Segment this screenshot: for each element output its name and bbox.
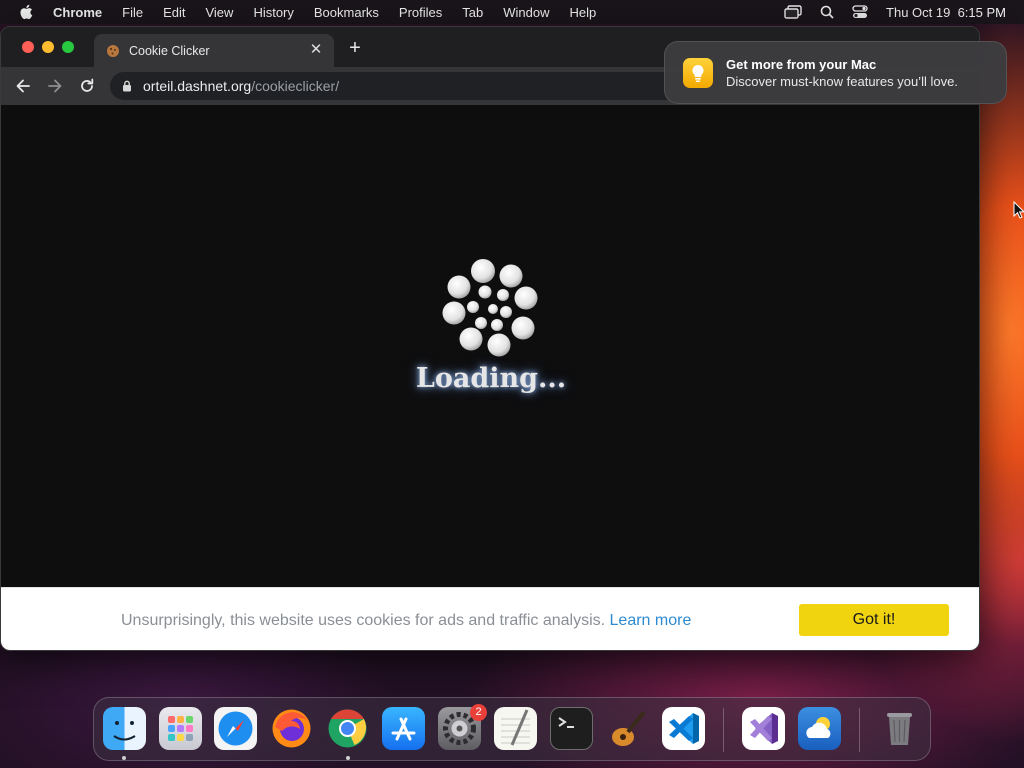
menu-view[interactable]: View	[205, 5, 233, 20]
cookie-consent-banner: Unsurprisingly, this website uses cookie…	[1, 587, 979, 650]
visual-studio-icon[interactable]	[742, 707, 785, 750]
window-zoom-button[interactable]	[62, 41, 74, 53]
textedit-icon[interactable]	[494, 707, 537, 750]
launchpad-icon[interactable]	[159, 707, 202, 750]
mouse-cursor-icon	[1013, 201, 1024, 219]
lock-icon[interactable]	[122, 80, 132, 92]
menu-history[interactable]: History	[253, 5, 293, 20]
loading-text: Loading...	[415, 363, 567, 394]
menu-app-chrome[interactable]: Chrome	[53, 5, 102, 20]
vscode-icon[interactable]	[662, 707, 705, 750]
cookie-favicon-icon	[107, 44, 119, 57]
finder-running-indicator	[122, 756, 126, 760]
finder-icon[interactable]	[103, 707, 146, 750]
tab-close-icon[interactable]: ✕	[308, 42, 324, 58]
trash-icon[interactable]	[878, 707, 921, 750]
tab-title: Cookie Clicker	[129, 43, 210, 58]
window-close-button[interactable]	[22, 41, 34, 53]
url-path: /cookieclicker/	[251, 78, 340, 94]
dock-separator	[723, 708, 724, 752]
screen-mirroring-icon[interactable]	[784, 5, 802, 19]
menu-help[interactable]: Help	[570, 5, 597, 20]
forward-arrow-icon[interactable]	[46, 77, 64, 95]
menu-tab[interactable]: Tab	[462, 5, 483, 20]
menu-file[interactable]: File	[122, 5, 143, 20]
got-it-button[interactable]: Got it!	[799, 604, 949, 636]
settings-notification-badge: 2	[470, 704, 487, 721]
garageband-icon[interactable]	[606, 707, 649, 750]
menu-bar: Chrome File Edit View History Bookmarks …	[0, 0, 1024, 24]
safari-icon[interactable]	[214, 707, 257, 750]
chrome-running-indicator	[346, 756, 350, 760]
reload-icon[interactable]	[78, 77, 96, 95]
tips-lightbulb-icon	[683, 58, 713, 88]
apple-menu-icon[interactable]	[19, 4, 33, 20]
dock-separator-trash	[859, 708, 860, 752]
window-minimize-button[interactable]	[42, 41, 54, 53]
notification-banner[interactable]: Get more from your Mac Discover must-kno…	[664, 41, 1007, 104]
page-viewport: Loading...	[1, 105, 979, 587]
cookie-message: Unsurprisingly, this website uses cookie…	[121, 612, 691, 630]
notification-body: Discover must-know features you’ll love.	[726, 74, 958, 89]
control-center-icon[interactable]	[852, 5, 868, 19]
url-host: orteil.dashnet.org	[143, 78, 252, 94]
menu-profiles[interactable]: Profiles	[399, 5, 442, 20]
notification-title: Get more from your Mac	[726, 57, 877, 72]
weather-icon[interactable]	[798, 707, 841, 750]
terminal-icon[interactable]	[550, 707, 593, 750]
chrome-window: Cookie Clicker ✕ + orteil.dashnet.org/co…	[0, 26, 980, 651]
firefox-icon[interactable]	[270, 707, 313, 750]
app-store-icon[interactable]	[382, 707, 425, 750]
cookie-message-text: Unsurprisingly, this website uses cookie…	[121, 612, 606, 629]
spotlight-search-icon[interactable]	[820, 5, 834, 19]
menu-edit[interactable]: Edit	[163, 5, 185, 20]
back-arrow-icon[interactable]	[14, 77, 32, 95]
menubar-clock[interactable]: Thu Oct 19 6:15 PM	[886, 5, 1006, 20]
new-tab-button[interactable]: +	[346, 38, 364, 58]
tab-cookie-clicker[interactable]: Cookie Clicker ✕	[94, 34, 334, 67]
chrome-icon[interactable]	[326, 707, 369, 750]
menu-bookmarks[interactable]: Bookmarks	[314, 5, 379, 20]
menu-window[interactable]: Window	[503, 5, 549, 20]
learn-more-link[interactable]: Learn more	[610, 612, 692, 629]
dock: 2	[93, 697, 931, 761]
loading-spinner-icon	[442, 259, 538, 357]
